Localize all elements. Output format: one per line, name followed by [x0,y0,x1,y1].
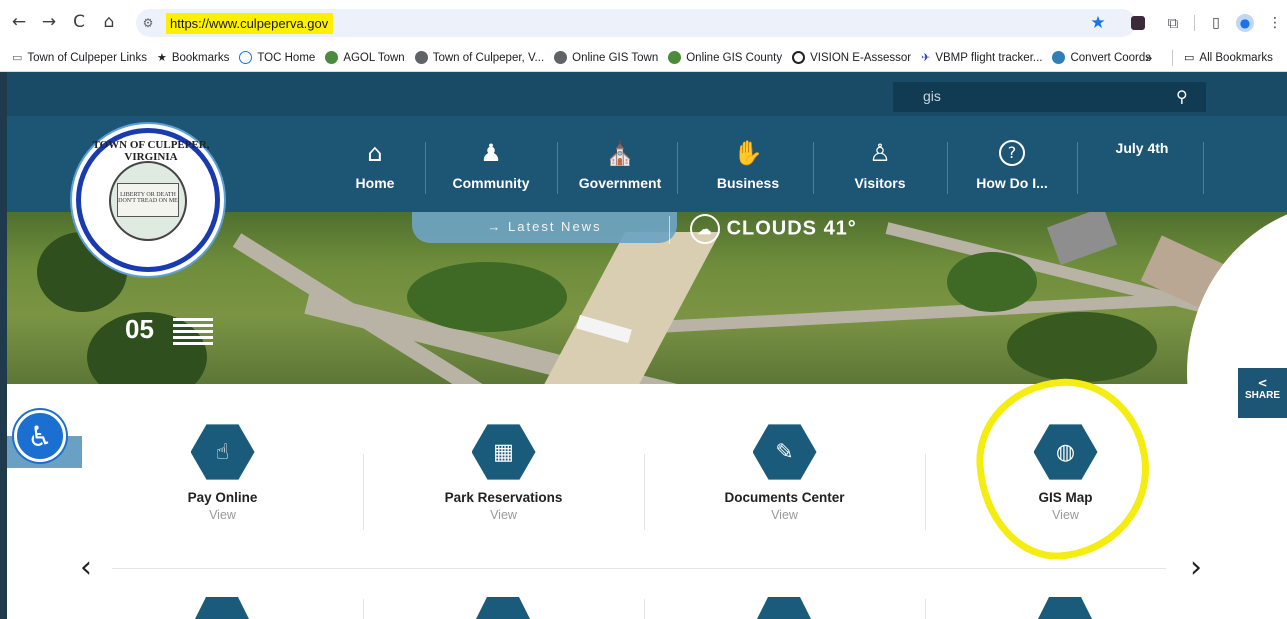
menu-icon[interactable]: ⋮ [1265,13,1285,33]
calendar-menu-icon[interactable] [173,318,213,346]
satellite-icon: ✈ [921,51,931,64]
bookmark-item[interactable]: AGOL Town [325,51,405,64]
accessibility-icon[interactable]: ♿ [14,410,66,462]
extensions-puzzle-icon[interactable]: ⧉ [1163,13,1183,33]
nav-divider [425,142,426,194]
carousel-prev-icon[interactable]: ‹ [80,550,92,585]
share-button[interactable]: < SHARE [1238,368,1287,418]
globe-icon [1052,51,1066,64]
weather-widget: ☁ CLOUDS 41° [690,214,857,244]
nav-community[interactable]: ♟ Community [435,116,547,212]
extension-icon[interactable] [1131,16,1145,30]
address-bar[interactable]: ⚙ https://www.culpeperva.gov [136,9,1136,37]
nav-divider [947,142,948,194]
calendar-icon: ▦ [471,424,536,480]
question-icon: ? [999,140,1025,166]
quick-link-park-reservations[interactable]: ▦ Park Reservations View [363,422,644,522]
nav-divider [1203,142,1204,194]
globe-icon [554,51,568,64]
globe-icon [668,51,682,64]
page-edge [0,72,7,619]
toolbar-divider [1194,15,1195,31]
forward-icon[interactable]: → [36,9,62,35]
website-viewport: gis ⚲ ⌂ Home ♟ Community ⛪ Government ✋ … [0,72,1287,619]
home-icon[interactable]: ⌂ [96,9,122,35]
quick-link-documents-center[interactable]: ✎ Documents Center View [644,422,925,522]
bookmark-item[interactable]: TOC Home [239,51,315,64]
folder-icon: ▭ [1184,51,1195,64]
quick-links-divider [112,568,1166,569]
star-icon: ★ [156,51,167,64]
nav-july-4th[interactable]: July 4th [1087,116,1197,212]
bookmarks-bar: ▭ Town of Culpeper Links ★ Bookmarks TOC H… [0,44,1287,72]
nav-divider [557,142,558,194]
url-text[interactable]: https://www.culpeperva.gov [166,12,334,34]
share-icon: < [1257,376,1268,390]
latest-news-button[interactable]: → Latest News [412,212,677,243]
search-input[interactable]: gis [893,82,1206,112]
carousel-next-icon[interactable]: › [1190,550,1202,585]
nav-business[interactable]: ✋ Business [693,116,803,212]
date-day: 05 [125,314,154,344]
pay-online-icon: ☝ [190,424,255,480]
capitol-icon: ⛪ [605,139,635,167]
globe-icon [414,51,428,64]
town-seal-logo[interactable]: TOWN OF CULPEPER, VIRGINIA LIBERTY OR DE… [76,128,220,272]
documents-icon: ✎ [752,424,817,480]
bookmark-item[interactable]: Online GIS County [668,51,782,64]
all-bookmarks-button[interactable]: ▭ All Bookmarks [1184,51,1273,64]
bookmark-item[interactable]: VISION E-Assessor [792,51,911,64]
reload-icon[interactable]: C [66,9,92,35]
globe-icon [325,51,339,64]
bookmark-divider [1172,50,1173,66]
nav-divider [1077,142,1078,194]
nav-divider [813,142,814,194]
vision-icon [792,51,806,64]
toc-icon [239,51,253,64]
handshake-icon: ✋ [733,139,763,167]
home-icon: ⌂ [367,139,383,167]
traveler-icon: ♙ [869,139,891,167]
side-panel-icon[interactable]: ▯ [1206,13,1226,33]
bookmark-item[interactable]: ✈ VBMP flight tracker... [921,51,1042,64]
bookmark-item[interactable]: Online GIS Town [554,51,658,64]
community-icon: ♟ [480,139,502,167]
bookmark-star-icon[interactable]: ★ [1088,13,1108,33]
cloud-icon: ☁ [690,214,720,244]
bookmark-item[interactable]: ▭ Town of Culpeper Links [12,51,147,64]
site-info-icon[interactable]: ⚙ [136,16,160,30]
more-bookmarks-button[interactable]: » [1145,50,1152,65]
browser-toolbar: ← → C ⌂ ⚙ https://www.culpeperva.gov ★ ⧉… [0,0,1287,44]
nav-divider [677,142,678,194]
nav-how-do-i[interactable]: ? How Do I... [957,116,1067,212]
bookmark-item[interactable]: Convert Coords [1052,51,1151,64]
bookmark-item[interactable]: Town of Culpeper, V... [414,51,544,64]
quick-link-pay-online[interactable]: ☝ Pay Online View [82,422,363,522]
search-icon[interactable]: ⚲ [1176,87,1188,106]
nav-government[interactable]: ⛪ Government [563,116,677,212]
nav-home[interactable]: ⌂ Home [325,116,425,212]
bookmark-item[interactable]: ★ Bookmarks [157,51,229,64]
back-icon[interactable]: ← [6,9,32,35]
folder-icon: ▭ [12,51,23,64]
profile-icon[interactable]: ● [1236,14,1254,32]
nav-visitors[interactable]: ♙ Visitors [825,116,935,212]
